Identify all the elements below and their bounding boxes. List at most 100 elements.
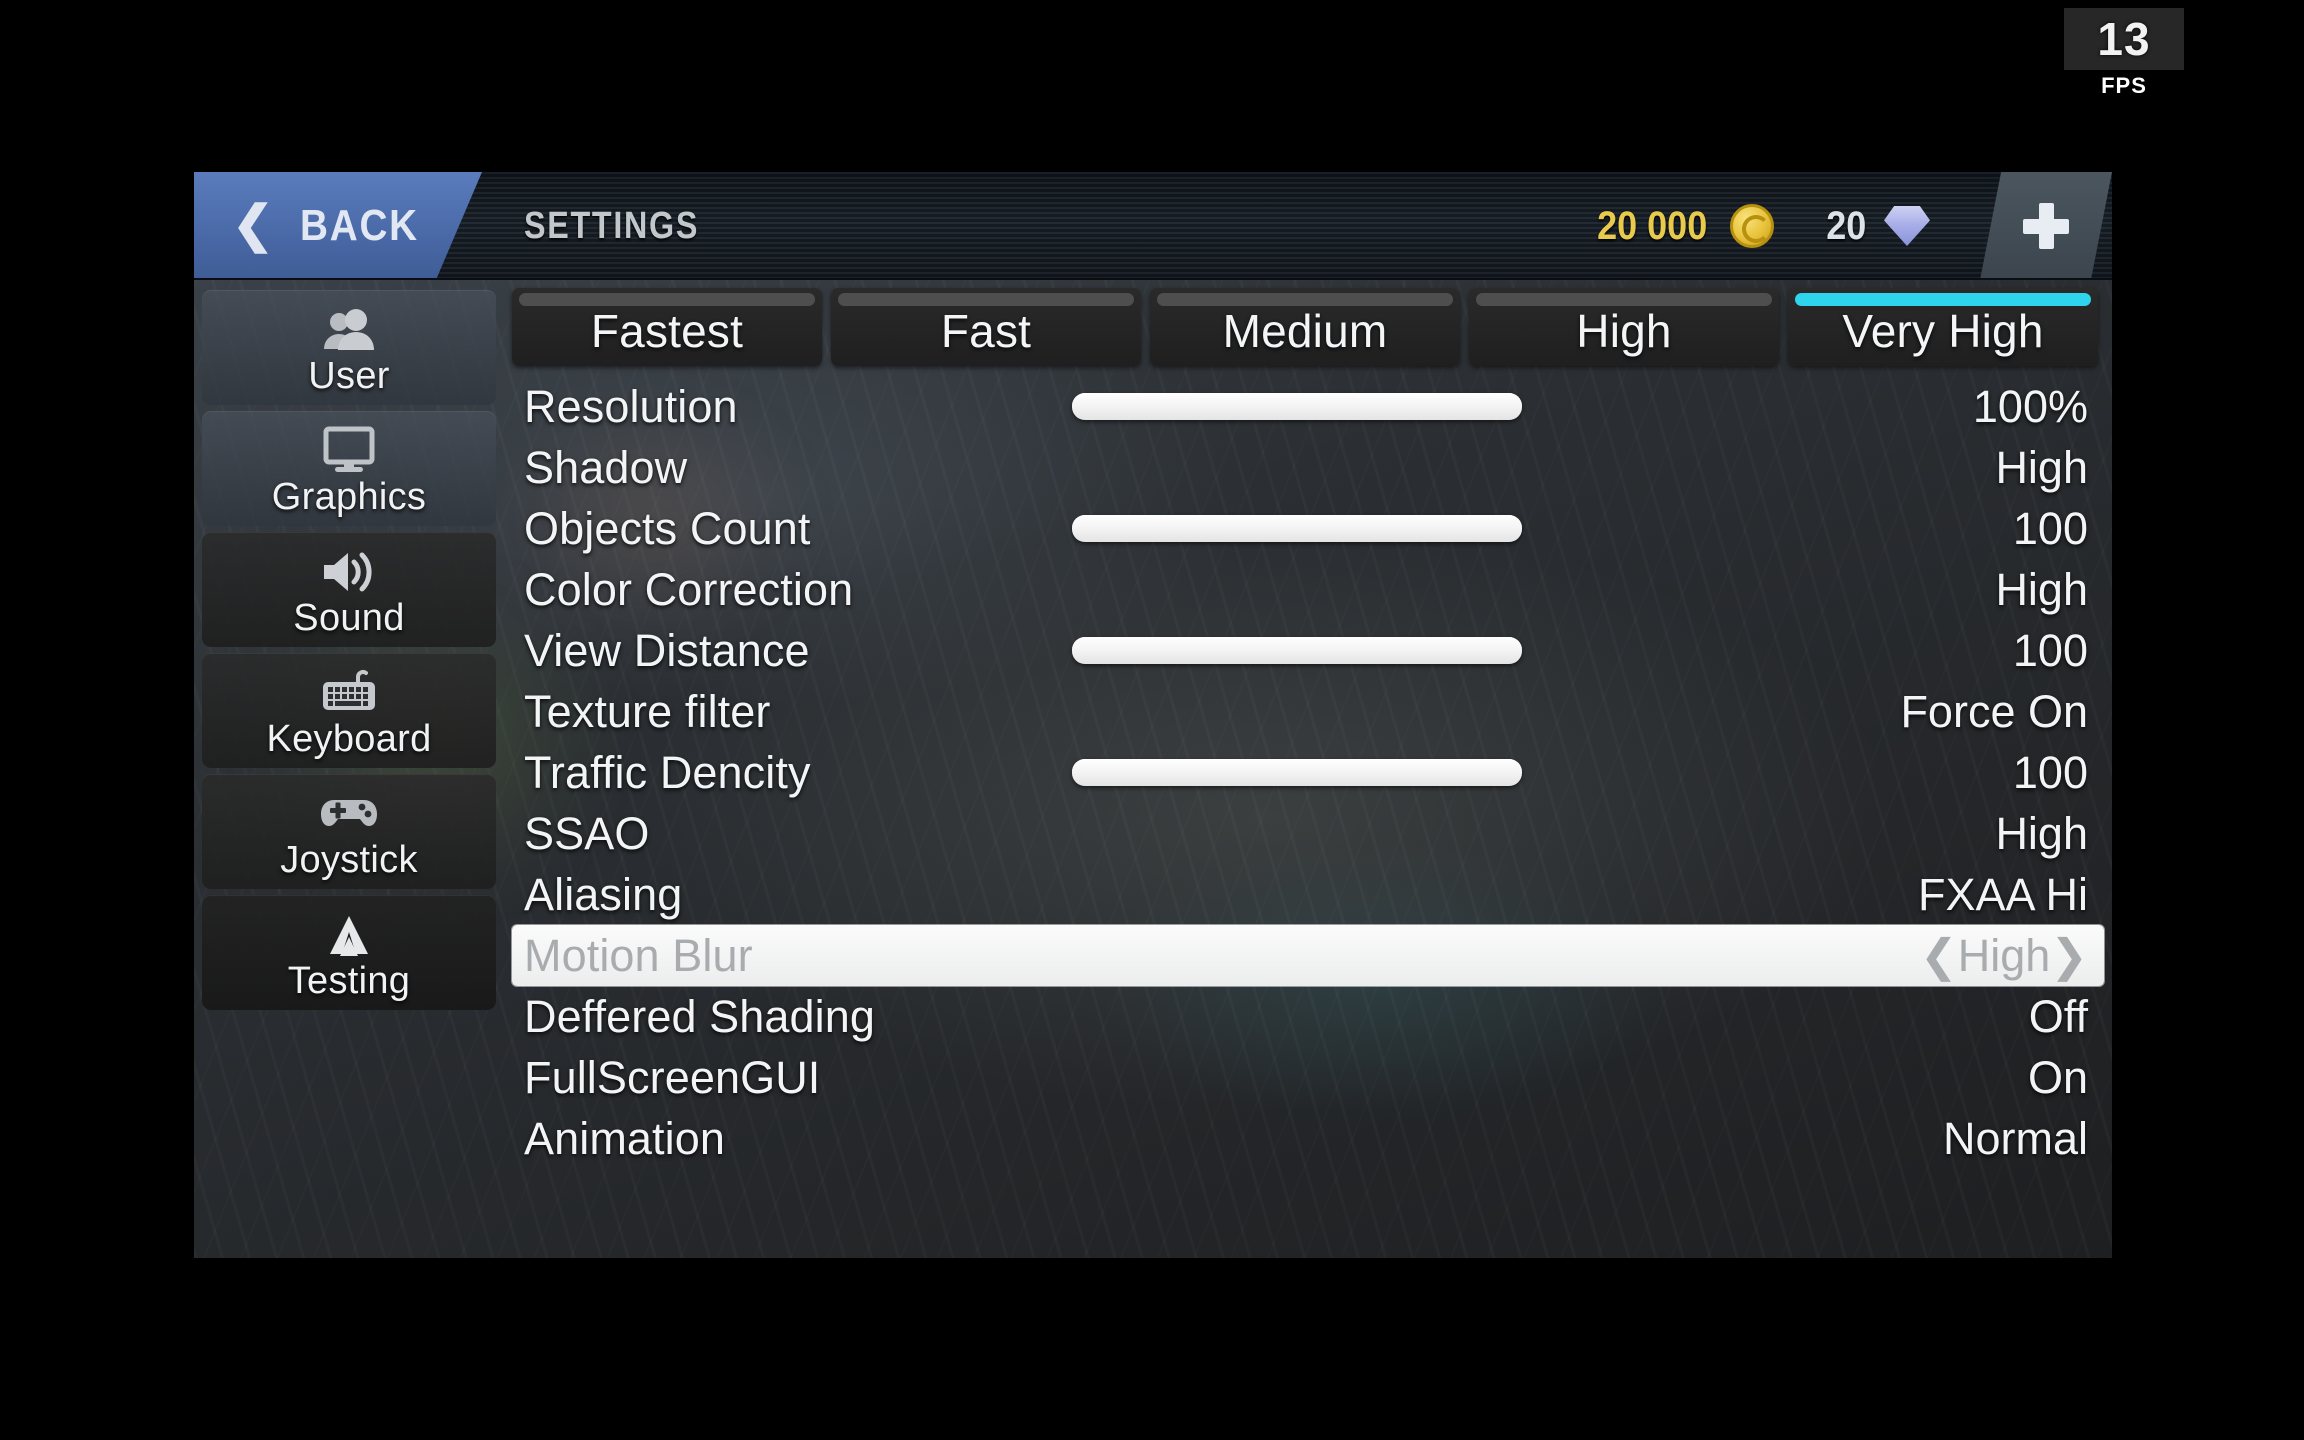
settings-content: Fastest Fast Medium High Very High Resol…	[506, 288, 2112, 1258]
speaker-icon	[320, 539, 378, 595]
sidebar-item-label: User	[308, 355, 390, 397]
page-title: SETTINGS	[524, 204, 700, 247]
sidebar-item-label: Graphics	[271, 476, 427, 518]
tab-label: Medium	[1222, 305, 1388, 357]
plus-icon	[2023, 203, 2069, 249]
diamond-icon	[1884, 206, 1930, 246]
tab-label: Fastest	[590, 305, 744, 357]
users-icon	[321, 297, 377, 353]
setting-value: 100	[2012, 624, 2088, 676]
tab-label: Very High	[1842, 305, 2044, 357]
sidebar-item-user[interactable]: User	[202, 290, 496, 405]
sidebar: User Graphics Sound Keyboard Joystick Te…	[202, 290, 496, 1258]
add-currency-button[interactable]	[1980, 172, 2112, 278]
setting-row-deffered-shading[interactable]: Deffered Shading Off	[512, 986, 2104, 1047]
setting-row-view-distance[interactable]: View Distance 100	[512, 620, 2104, 681]
setting-row-fullscreengui[interactable]: FullScreenGUI On	[512, 1047, 2104, 1108]
setting-label: Animation	[524, 1112, 726, 1164]
setting-label: View Distance	[524, 624, 810, 676]
sidebar-item-label: Testing	[287, 960, 411, 1002]
sidebar-item-label: Joystick	[280, 839, 418, 881]
setting-value[interactable]: ❮High❯	[1684, 929, 2104, 982]
tab-very-high[interactable]: Very High	[1788, 288, 2098, 366]
tab-indicator-active	[1795, 293, 2091, 306]
tab-fast[interactable]: Fast	[831, 288, 1141, 366]
window-body: User Graphics Sound Keyboard Joystick Te…	[194, 280, 2112, 1258]
setting-value: High	[1995, 807, 2088, 859]
triangle-logo-icon	[322, 902, 376, 958]
gamepad-icon	[318, 781, 380, 837]
setting-row-shadow[interactable]: Shadow High	[512, 437, 2104, 498]
slider-traffic-dencity[interactable]	[1072, 759, 1522, 786]
sidebar-item-keyboard[interactable]: Keyboard	[202, 653, 496, 768]
setting-value: Off	[2028, 990, 2088, 1042]
setting-value: High	[1995, 563, 2088, 615]
tab-indicator	[1476, 293, 1772, 306]
tab-high[interactable]: High	[1469, 288, 1779, 366]
settings-window: ❮ BACK SETTINGS 20 000 20 User Graphics …	[194, 172, 2112, 1258]
settings-list: Resolution 100% Shadow High Objects Coun…	[506, 376, 2112, 1169]
setting-slider-wrap	[1072, 637, 1684, 664]
setting-slider-wrap	[1072, 515, 1684, 542]
setting-row-color-correction[interactable]: Color Correction High	[512, 559, 2104, 620]
setting-label: Objects Count	[524, 502, 811, 554]
setting-value: Force On	[1900, 685, 2088, 737]
tab-fastest[interactable]: Fastest	[512, 288, 822, 366]
setting-row-motion-blur[interactable]: Motion Blur ❮High❯	[512, 925, 2104, 986]
tab-medium[interactable]: Medium	[1150, 288, 1460, 366]
back-button[interactable]: ❮ BACK	[194, 172, 482, 278]
gem-amount-label: 20	[1825, 203, 1866, 248]
slider-view-distance[interactable]	[1072, 637, 1522, 664]
fps-value: 13	[2064, 8, 2184, 70]
setting-value: 100	[2012, 502, 2088, 554]
tab-indicator	[519, 293, 815, 306]
setting-label: Traffic Dencity	[524, 746, 811, 798]
currency-group: 20 000 20	[1591, 172, 2112, 278]
setting-label: Texture filter	[524, 685, 771, 737]
setting-row-resolution[interactable]: Resolution 100%	[512, 376, 2104, 437]
setting-label: Deffered Shading	[524, 990, 876, 1042]
setting-slider-wrap	[1072, 759, 1684, 786]
sidebar-item-graphics[interactable]: Graphics	[202, 411, 496, 526]
coin-balance[interactable]: 20 000	[1591, 203, 1774, 249]
setting-label: Color Correction	[524, 563, 854, 615]
setting-row-objects-count[interactable]: Objects Count 100	[512, 498, 2104, 559]
sidebar-item-label: Sound	[293, 597, 405, 639]
slider-objects-count[interactable]	[1072, 515, 1522, 542]
setting-row-traffic-dencity[interactable]: Traffic Dencity 100	[512, 742, 2104, 803]
setting-value: 100%	[1972, 380, 2088, 432]
sidebar-item-testing[interactable]: Testing	[202, 895, 496, 1010]
coin-icon	[1729, 204, 1774, 248]
setting-value: Normal	[1942, 1112, 2088, 1164]
gem-balance[interactable]: 20	[1824, 203, 1930, 249]
setting-row-texture-filter[interactable]: Texture filter Force On	[512, 681, 2104, 742]
tab-label: High	[1576, 305, 1672, 357]
sidebar-item-sound[interactable]: Sound	[202, 532, 496, 647]
setting-value: 100	[2012, 746, 2088, 798]
tab-indicator	[1157, 293, 1453, 306]
setting-label: Shadow	[524, 441, 688, 493]
quality-preset-tabs: Fastest Fast Medium High Very High	[506, 288, 2112, 366]
setting-row-aliasing[interactable]: Aliasing FXAA Hi	[512, 864, 2104, 925]
setting-value: High	[1995, 441, 2088, 493]
back-chevron-icon: ❮	[232, 196, 274, 252]
setting-value: On	[2027, 1051, 2088, 1103]
tab-indicator	[838, 293, 1134, 306]
slider-resolution[interactable]	[1072, 393, 1522, 420]
header-bar: ❮ BACK SETTINGS 20 000 20	[194, 172, 2112, 280]
setting-row-animation[interactable]: Animation Normal	[512, 1108, 2104, 1169]
fps-counter: 13 FPS	[2064, 8, 2184, 99]
monitor-icon	[322, 418, 376, 474]
coin-amount-label: 20 000	[1597, 203, 1708, 248]
setting-label: Motion Blur	[524, 929, 753, 981]
setting-value: FXAA Hi	[1917, 868, 2088, 920]
sidebar-item-label: Keyboard	[266, 718, 432, 760]
fps-label: FPS	[2101, 73, 2147, 98]
setting-label: SSAO	[524, 807, 650, 859]
setting-label: FullScreenGUI	[524, 1051, 821, 1103]
sidebar-item-joystick[interactable]: Joystick	[202, 774, 496, 889]
setting-label: Aliasing	[524, 868, 683, 920]
setting-slider-wrap	[1072, 393, 1684, 420]
setting-row-ssao[interactable]: SSAO High	[512, 803, 2104, 864]
tab-label: Fast	[940, 305, 1032, 357]
